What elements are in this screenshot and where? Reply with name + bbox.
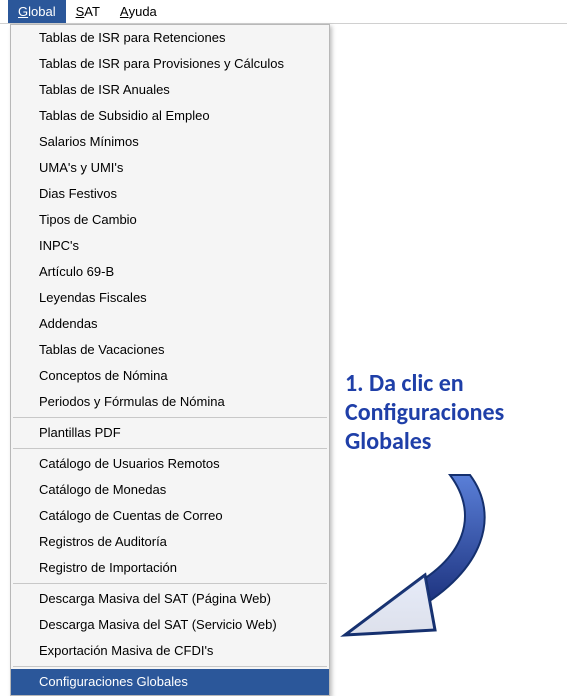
menu-item-registros-de-auditoria[interactable]: Registros de Auditoría: [11, 529, 329, 555]
menu-item-catalogo-de-usuarios-remotos[interactable]: Catálogo de Usuarios Remotos: [11, 451, 329, 477]
menu-item-uma-s-y-umi-s[interactable]: UMA's y UMI's: [11, 155, 329, 181]
menu-item-catalogo-de-cuentas-de-correo[interactable]: Catálogo de Cuentas de Correo: [11, 503, 329, 529]
menu-item-descarga-masiva-del-sat-servicio-web[interactable]: Descarga Masiva del SAT (Servicio Web): [11, 612, 329, 638]
menu-item-periodos-y-formulas-de-nomina[interactable]: Periodos y Fórmulas de Nómina: [11, 389, 329, 415]
menubar-item-global[interactable]: Global: [8, 0, 66, 23]
menu-item-configuraciones-globales[interactable]: Configuraciones Globales: [11, 669, 329, 695]
annotation-text: 1. Da clic en Configuraciones Globales: [345, 370, 555, 456]
menu-separator: [13, 583, 327, 584]
menu-item-tablas-de-isr-para-retenciones[interactable]: Tablas de ISR para Retenciones: [11, 25, 329, 51]
annotation-arrow-icon: [310, 460, 510, 650]
menu-item-conceptos-de-nomina[interactable]: Conceptos de Nómina: [11, 363, 329, 389]
menu-item-descarga-masiva-del-sat-pagina-web[interactable]: Descarga Masiva del SAT (Página Web): [11, 586, 329, 612]
menu-item-exportacion-masiva-de-cfdi-s[interactable]: Exportación Masiva de CFDI's: [11, 638, 329, 664]
menu-item-plantillas-pdf[interactable]: Plantillas PDF: [11, 420, 329, 446]
menu-item-leyendas-fiscales[interactable]: Leyendas Fiscales: [11, 285, 329, 311]
menu-item-tablas-de-vacaciones[interactable]: Tablas de Vacaciones: [11, 337, 329, 363]
menu-item-inpc-s[interactable]: INPC's: [11, 233, 329, 259]
menu-separator: [13, 417, 327, 418]
menu-item-tablas-de-isr-anuales[interactable]: Tablas de ISR Anuales: [11, 77, 329, 103]
menu-item-dias-festivos[interactable]: Dias Festivos: [11, 181, 329, 207]
menu-item-articulo-69-b[interactable]: Artículo 69-B: [11, 259, 329, 285]
menu-item-tablas-de-isr-para-provisiones-y-calculos[interactable]: Tablas de ISR para Provisiones y Cálculo…: [11, 51, 329, 77]
menu-item-tipos-de-cambio[interactable]: Tipos de Cambio: [11, 207, 329, 233]
menu-separator: [13, 448, 327, 449]
menu-item-salarios-minimos[interactable]: Salarios Mínimos: [11, 129, 329, 155]
menubar-item-sat[interactable]: SAT: [66, 0, 110, 23]
menubar-item-ayuda[interactable]: Ayuda: [110, 0, 167, 23]
menu-item-addendas[interactable]: Addendas: [11, 311, 329, 337]
menu-item-catalogo-de-monedas[interactable]: Catálogo de Monedas: [11, 477, 329, 503]
menu-separator: [13, 666, 327, 667]
menu-item-registro-de-importacion[interactable]: Registro de Importación: [11, 555, 329, 581]
menu-item-tablas-de-subsidio-al-empleo[interactable]: Tablas de Subsidio al Empleo: [11, 103, 329, 129]
global-menu-dropdown: Tablas de ISR para RetencionesTablas de …: [10, 24, 330, 696]
menubar: GlobalSATAyuda: [0, 0, 567, 24]
